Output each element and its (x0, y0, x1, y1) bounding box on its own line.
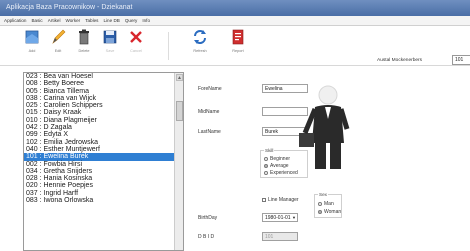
menu-query[interactable]: Query (125, 18, 138, 23)
scroll-thumb[interactable] (176, 101, 183, 121)
list-item[interactable]: 002 : Fowbia Hirsi (24, 161, 183, 168)
employee-photo (299, 85, 350, 169)
employee-list[interactable]: 023 : Bea van Hoesel 008 : Betty Boeree 00… (23, 72, 184, 251)
list-scrollbar[interactable]: ▲ (174, 73, 183, 250)
save-icon (103, 30, 117, 44)
midname-label: MidName (198, 109, 220, 115)
skill-option-beginner[interactable]: Beginner (264, 156, 290, 162)
line-manager-checkbox[interactable]: Line Manager (262, 197, 299, 203)
radio-icon (318, 201, 322, 206)
list-item[interactable]: 008 : Betty Boeree (24, 80, 183, 87)
save-button[interactable]: Save (98, 28, 122, 62)
menu-info[interactable]: Info (142, 18, 150, 23)
list-item[interactable]: 102 : Emilia Jedrowska (24, 139, 183, 146)
report-button[interactable]: Report (226, 28, 250, 62)
list-item[interactable]: 005 : Bianca Tillema (24, 88, 183, 95)
sex-option-woman[interactable]: Woman (318, 209, 341, 215)
refresh-icon (194, 30, 206, 44)
radio-icon (264, 156, 268, 161)
add-icon (25, 30, 39, 44)
radio-selected-icon (318, 209, 322, 214)
list-item[interactable]: 010 : Diana Plagmeijer (24, 117, 183, 124)
menu-application[interactable]: Application (4, 18, 26, 23)
list-item[interactable]: 040 : Esther Muntjewerf (24, 146, 183, 153)
edit-button[interactable]: Edit (46, 28, 70, 62)
radio-icon (264, 170, 268, 175)
list-item[interactable]: 028 : Hania Kosinska (24, 175, 183, 182)
list-item[interactable]: 083 : Iwona Orlowska (24, 197, 183, 204)
list-item[interactable]: 101 : Ewelina Burek (24, 153, 183, 161)
list-item[interactable]: 034 : Gretha Snijders (24, 168, 183, 175)
edit-icon (52, 29, 66, 44)
lastname-label: LastName (198, 129, 221, 135)
birthday-picker[interactable]: 1980-01-01 ▼ (262, 213, 298, 222)
cancel-icon (130, 31, 142, 43)
forename-label: ForeName (198, 86, 222, 92)
delete-icon (79, 29, 89, 45)
list-item[interactable]: 037 : Ingrid Harff (24, 190, 183, 197)
window-title: Aplikacja Baza Pracownikow - Dziekanat (6, 4, 133, 11)
list-item[interactable]: 015 : Daisy Kraak (24, 109, 183, 116)
dbid-label: D B I D (198, 234, 215, 240)
skill-option-average[interactable]: Average (264, 163, 289, 169)
skill-group-title: Skill (264, 148, 275, 153)
menu-worker[interactable]: Worker (65, 18, 80, 23)
menu-artikel[interactable]: Artikel (48, 18, 61, 23)
radio-selected-icon (264, 163, 268, 168)
scroll-up-icon[interactable]: ▲ (176, 74, 183, 81)
list-item[interactable]: 099 : Edyta X (24, 131, 183, 138)
skill-option-experienced[interactable]: Experienced (264, 170, 298, 176)
sex-group-title: Sex (318, 192, 328, 197)
list-item[interactable]: 038 : Carina van Wijck (24, 95, 183, 102)
total-value: 101 (452, 55, 470, 65)
report-icon (232, 29, 244, 45)
menu-line-db[interactable]: Line DB (103, 18, 119, 23)
list-item[interactable]: 023 : Bea van Hoesel (24, 73, 183, 80)
toolbar-separator (168, 32, 169, 60)
add-button[interactable]: Add (20, 28, 44, 62)
birthday-label: BirthDay (198, 215, 218, 221)
cancel-button[interactable]: Cancel (124, 28, 148, 62)
toolbar: Add Edit Delete Save Cancel Refresh Repo… (0, 26, 470, 66)
menu-basic[interactable]: Basic (31, 18, 42, 23)
checkbox-icon (262, 197, 266, 202)
dbid-field: 101 (262, 232, 298, 241)
menu-bar: Application Basic Artikel Worker Tables … (0, 16, 470, 26)
dropdown-arrow-icon: ▼ (292, 215, 296, 220)
sex-group: Sex Man Woman (314, 192, 342, 218)
list-item[interactable]: 020 : Hennie Poepjes (24, 182, 183, 189)
list-item[interactable]: 025 : Carolien Schippers (24, 102, 183, 109)
total-label: Austal Mockenerbers (377, 58, 423, 63)
employee-detail-panel: ForeName Ewelina MidName LastName Burek … (188, 72, 470, 251)
window-titlebar: Aplikacja Baza Pracownikow - Dziekanat (0, 0, 470, 16)
delete-button[interactable]: Delete (72, 28, 96, 62)
refresh-button[interactable]: Refresh (188, 28, 212, 62)
menu-tables[interactable]: Tables (85, 18, 98, 23)
list-item[interactable]: 042 : D Zagala (24, 124, 183, 131)
sex-option-man[interactable]: Man (318, 201, 334, 207)
